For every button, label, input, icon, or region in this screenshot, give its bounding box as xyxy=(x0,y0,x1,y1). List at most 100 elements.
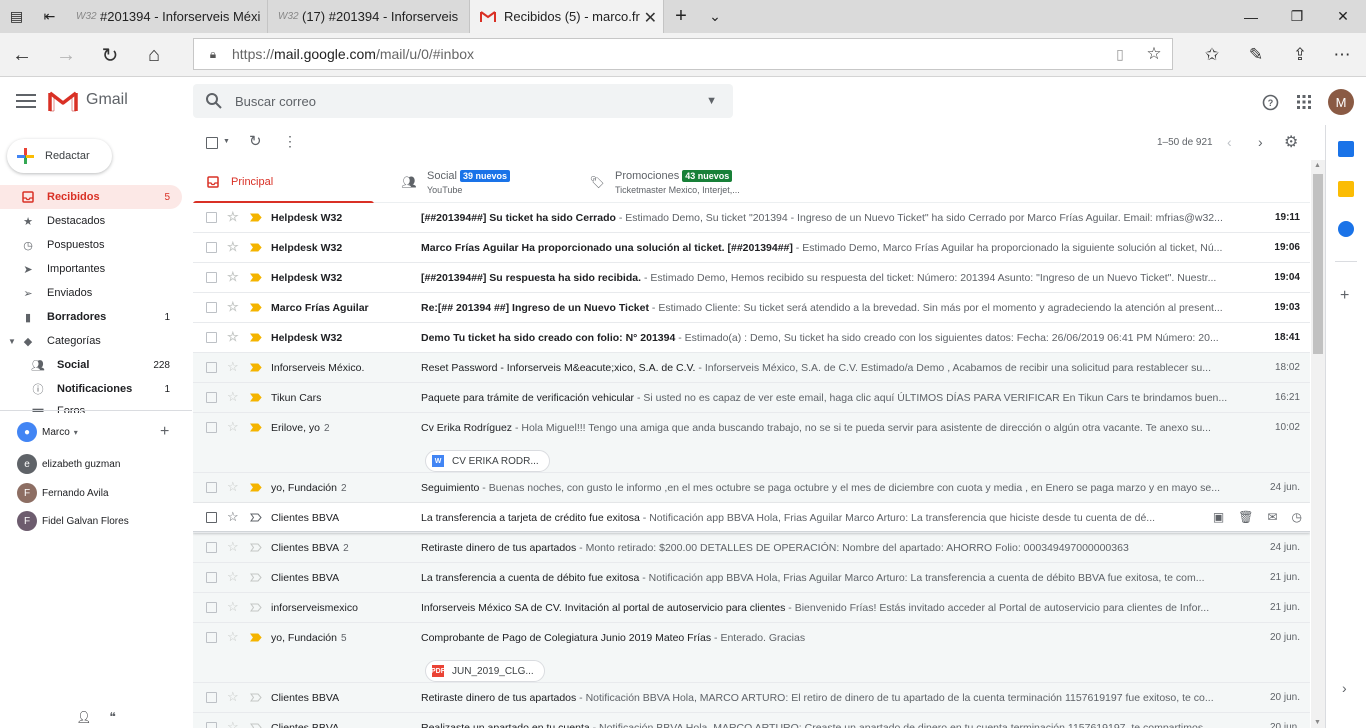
expand-panel-chevron-icon[interactable]: › xyxy=(1342,680,1347,696)
email-row[interactable]: ☆ Helpdesk W32 [##201394##] Su respuesta h… xyxy=(193,263,1310,293)
more-vert-icon[interactable]: ⋮ xyxy=(283,133,297,150)
email-row[interactable]: ☆ inforserveismexico Inforserveis México S… xyxy=(193,593,1310,623)
important-marker-icon[interactable] xyxy=(250,633,262,642)
account-avatar[interactable]: M xyxy=(1328,89,1354,115)
attachment-chip[interactable]: W CV ERIKA RODR... xyxy=(425,450,550,472)
important-marker-icon[interactable] xyxy=(250,483,262,492)
star-icon[interactable]: ☆ xyxy=(227,720,239,728)
refresh-icon[interactable]: ↻ xyxy=(249,132,262,150)
new-conversation-icon[interactable]: + xyxy=(160,423,169,441)
email-row[interactable]: ☆ Erilove, yo 2 Cv Erika Rodríguez - Hola M… xyxy=(193,413,1310,473)
star-icon[interactable]: ☆ xyxy=(227,690,239,703)
search-icon[interactable] xyxy=(205,92,223,110)
contact-item[interactable]: e elizabeth guzman xyxy=(17,453,120,475)
important-marker-icon[interactable] xyxy=(250,603,262,612)
important-marker-icon[interactable] xyxy=(250,363,262,372)
star-icon[interactable]: ☆ xyxy=(227,570,239,583)
new-tab-icon[interactable]: + xyxy=(664,0,698,33)
main-menu-icon[interactable] xyxy=(14,91,38,111)
close-tab-icon[interactable]: ✕ xyxy=(644,8,657,28)
row-checkbox[interactable] xyxy=(206,542,217,553)
row-checkbox[interactable] xyxy=(206,512,217,523)
important-marker-icon[interactable] xyxy=(250,513,262,522)
important-marker-icon[interactable] xyxy=(250,543,262,552)
email-row[interactable]: ☆ Clientes BBVA 2 Retiraste dinero de tus a… xyxy=(193,533,1310,563)
tab-menu-chevron-icon[interactable]: ⌄ xyxy=(698,0,732,33)
contact-item[interactable]: F Fidel Galvan Flores xyxy=(17,510,129,532)
row-checkbox[interactable] xyxy=(206,572,217,583)
email-row[interactable]: ☆ Helpdesk W32 Marco Frías Aguilar Ha prop… xyxy=(193,233,1310,263)
email-row[interactable]: ☆ Marco Frías Aguilar Re:[## 201394 ##] In… xyxy=(193,293,1310,323)
email-row[interactable]: ☆ yo, Fundación 2 Seguimiento - Buenas noch… xyxy=(193,473,1310,503)
star-icon[interactable]: ☆ xyxy=(227,360,239,373)
tab-social[interactable]: 👥︎ Social 39 nuevos YouTube xyxy=(389,160,569,203)
email-row[interactable]: ☆ yo, Fundación 5 Comprobante de Pago de Co… xyxy=(193,623,1310,683)
forward-arrow-icon[interactable]: → xyxy=(44,33,88,77)
important-marker-icon[interactable] xyxy=(250,723,262,728)
restore-icon[interactable]: ❐ xyxy=(1274,0,1320,33)
archive-icon[interactable]: ▣ xyxy=(1213,510,1224,524)
sidebar-item-important[interactable]: ➤ Importantes xyxy=(0,257,182,281)
email-row[interactable]: ☆ Clientes BBVA Realizaste un apartado en … xyxy=(193,713,1310,728)
email-row[interactable]: ☆ Clientes BBVA La transferencia a tarjeta… xyxy=(193,503,1310,533)
star-icon[interactable]: ☆ xyxy=(227,270,239,283)
sidebar-item-snoozed[interactable]: ◷ Pospuestos xyxy=(0,233,182,257)
tab-promociones[interactable]: 🏷︎ Promociones 43 nuevos Ticketmaster Mex… xyxy=(577,160,777,203)
mark-as-read-icon[interactable]: ✉ xyxy=(1267,510,1277,524)
browser-tab-2[interactable]: W32 (17) #201394 - Inforserveis xyxy=(268,0,470,33)
favorite-star-icon[interactable]: ☆ xyxy=(1136,44,1172,64)
settings-gear-icon[interactable]: ⚙ xyxy=(1284,132,1298,152)
sidebar-item-sent[interactable]: ➢ Enviados xyxy=(0,281,182,305)
hangouts-user[interactable]: ● Marco ▾ xyxy=(17,421,78,443)
expand-caret-icon[interactable]: ▼ xyxy=(8,337,16,346)
tasks-icon[interactable] xyxy=(1338,221,1354,237)
important-marker-icon[interactable] xyxy=(250,213,262,222)
star-icon[interactable]: ☆ xyxy=(227,210,239,223)
email-row[interactable]: ☆ Clientes BBVA Retiraste dinero de tus ap… xyxy=(193,683,1310,713)
row-checkbox[interactable] xyxy=(206,692,217,703)
important-marker-icon[interactable] xyxy=(250,693,262,702)
row-checkbox[interactable] xyxy=(206,602,217,613)
minimize-icon[interactable]: — xyxy=(1228,0,1274,33)
row-checkbox[interactable] xyxy=(206,272,217,283)
important-marker-icon[interactable] xyxy=(250,423,262,432)
next-page-icon[interactable]: › xyxy=(1258,134,1263,150)
star-icon[interactable]: ☆ xyxy=(227,540,239,553)
scroll-thumb[interactable] xyxy=(1313,174,1323,354)
star-icon[interactable]: ☆ xyxy=(227,300,239,313)
important-marker-icon[interactable] xyxy=(250,243,262,252)
sidebar-item-categories[interactable]: ▼ ◆ Categorías xyxy=(0,329,182,353)
tab-principal[interactable]: Principal xyxy=(193,160,374,204)
support-icon[interactable]: ? xyxy=(1258,90,1282,114)
row-checkbox[interactable] xyxy=(206,212,217,223)
set-aside-tabs-icon[interactable]: ⇤ xyxy=(33,0,66,33)
sidebar-item-drafts[interactable]: ▮ Borradores 1 xyxy=(0,305,182,329)
sidebar-item-updates[interactable]: ⓘ Notificaciones 1 xyxy=(0,377,182,401)
calendar-icon[interactable] xyxy=(1338,141,1354,157)
hangouts-quote-icon[interactable]: ❝ xyxy=(109,710,115,724)
row-checkbox[interactable] xyxy=(206,722,217,728)
more-icon[interactable]: ⋯ xyxy=(1320,33,1364,77)
browser-tab-1[interactable]: W32 #201394 - Inforserveis Méxi xyxy=(66,0,268,33)
row-checkbox[interactable] xyxy=(206,302,217,313)
prev-page-icon[interactable]: ‹ xyxy=(1227,134,1232,150)
keep-icon[interactable] xyxy=(1338,181,1354,197)
email-row[interactable]: ☆ Helpdesk W32 Demo Tu ticket ha sido crea… xyxy=(193,323,1310,353)
row-checkbox[interactable] xyxy=(206,632,217,643)
important-marker-icon[interactable] xyxy=(250,393,262,402)
apps-grid-icon[interactable] xyxy=(1292,90,1316,114)
important-marker-icon[interactable] xyxy=(250,303,262,312)
sidebar-item-forums[interactable]: ▬ Foros xyxy=(0,401,182,413)
compose-button[interactable]: Redactar xyxy=(7,139,112,173)
reading-view-icon[interactable]: ▯ xyxy=(1104,46,1136,63)
star-icon[interactable]: ☆ xyxy=(227,480,239,493)
web-note-icon[interactable]: ✎ xyxy=(1234,33,1278,77)
scroll-up-icon[interactable]: ▲ xyxy=(1314,162,1321,169)
home-icon[interactable]: ⌂ xyxy=(132,33,176,77)
scroll-down-icon[interactable]: ▼ xyxy=(1314,719,1321,726)
email-row[interactable]: ☆ Tikun Cars Paquete para trámite de verif… xyxy=(193,383,1310,413)
person-icon[interactable]: 👤︎ xyxy=(76,710,91,724)
star-icon[interactable]: ☆ xyxy=(227,420,239,433)
snooze-clock-icon[interactable]: ◷ xyxy=(1292,510,1302,524)
email-row[interactable]: ☆ Inforserveis México. Reset Password - In… xyxy=(193,353,1310,383)
